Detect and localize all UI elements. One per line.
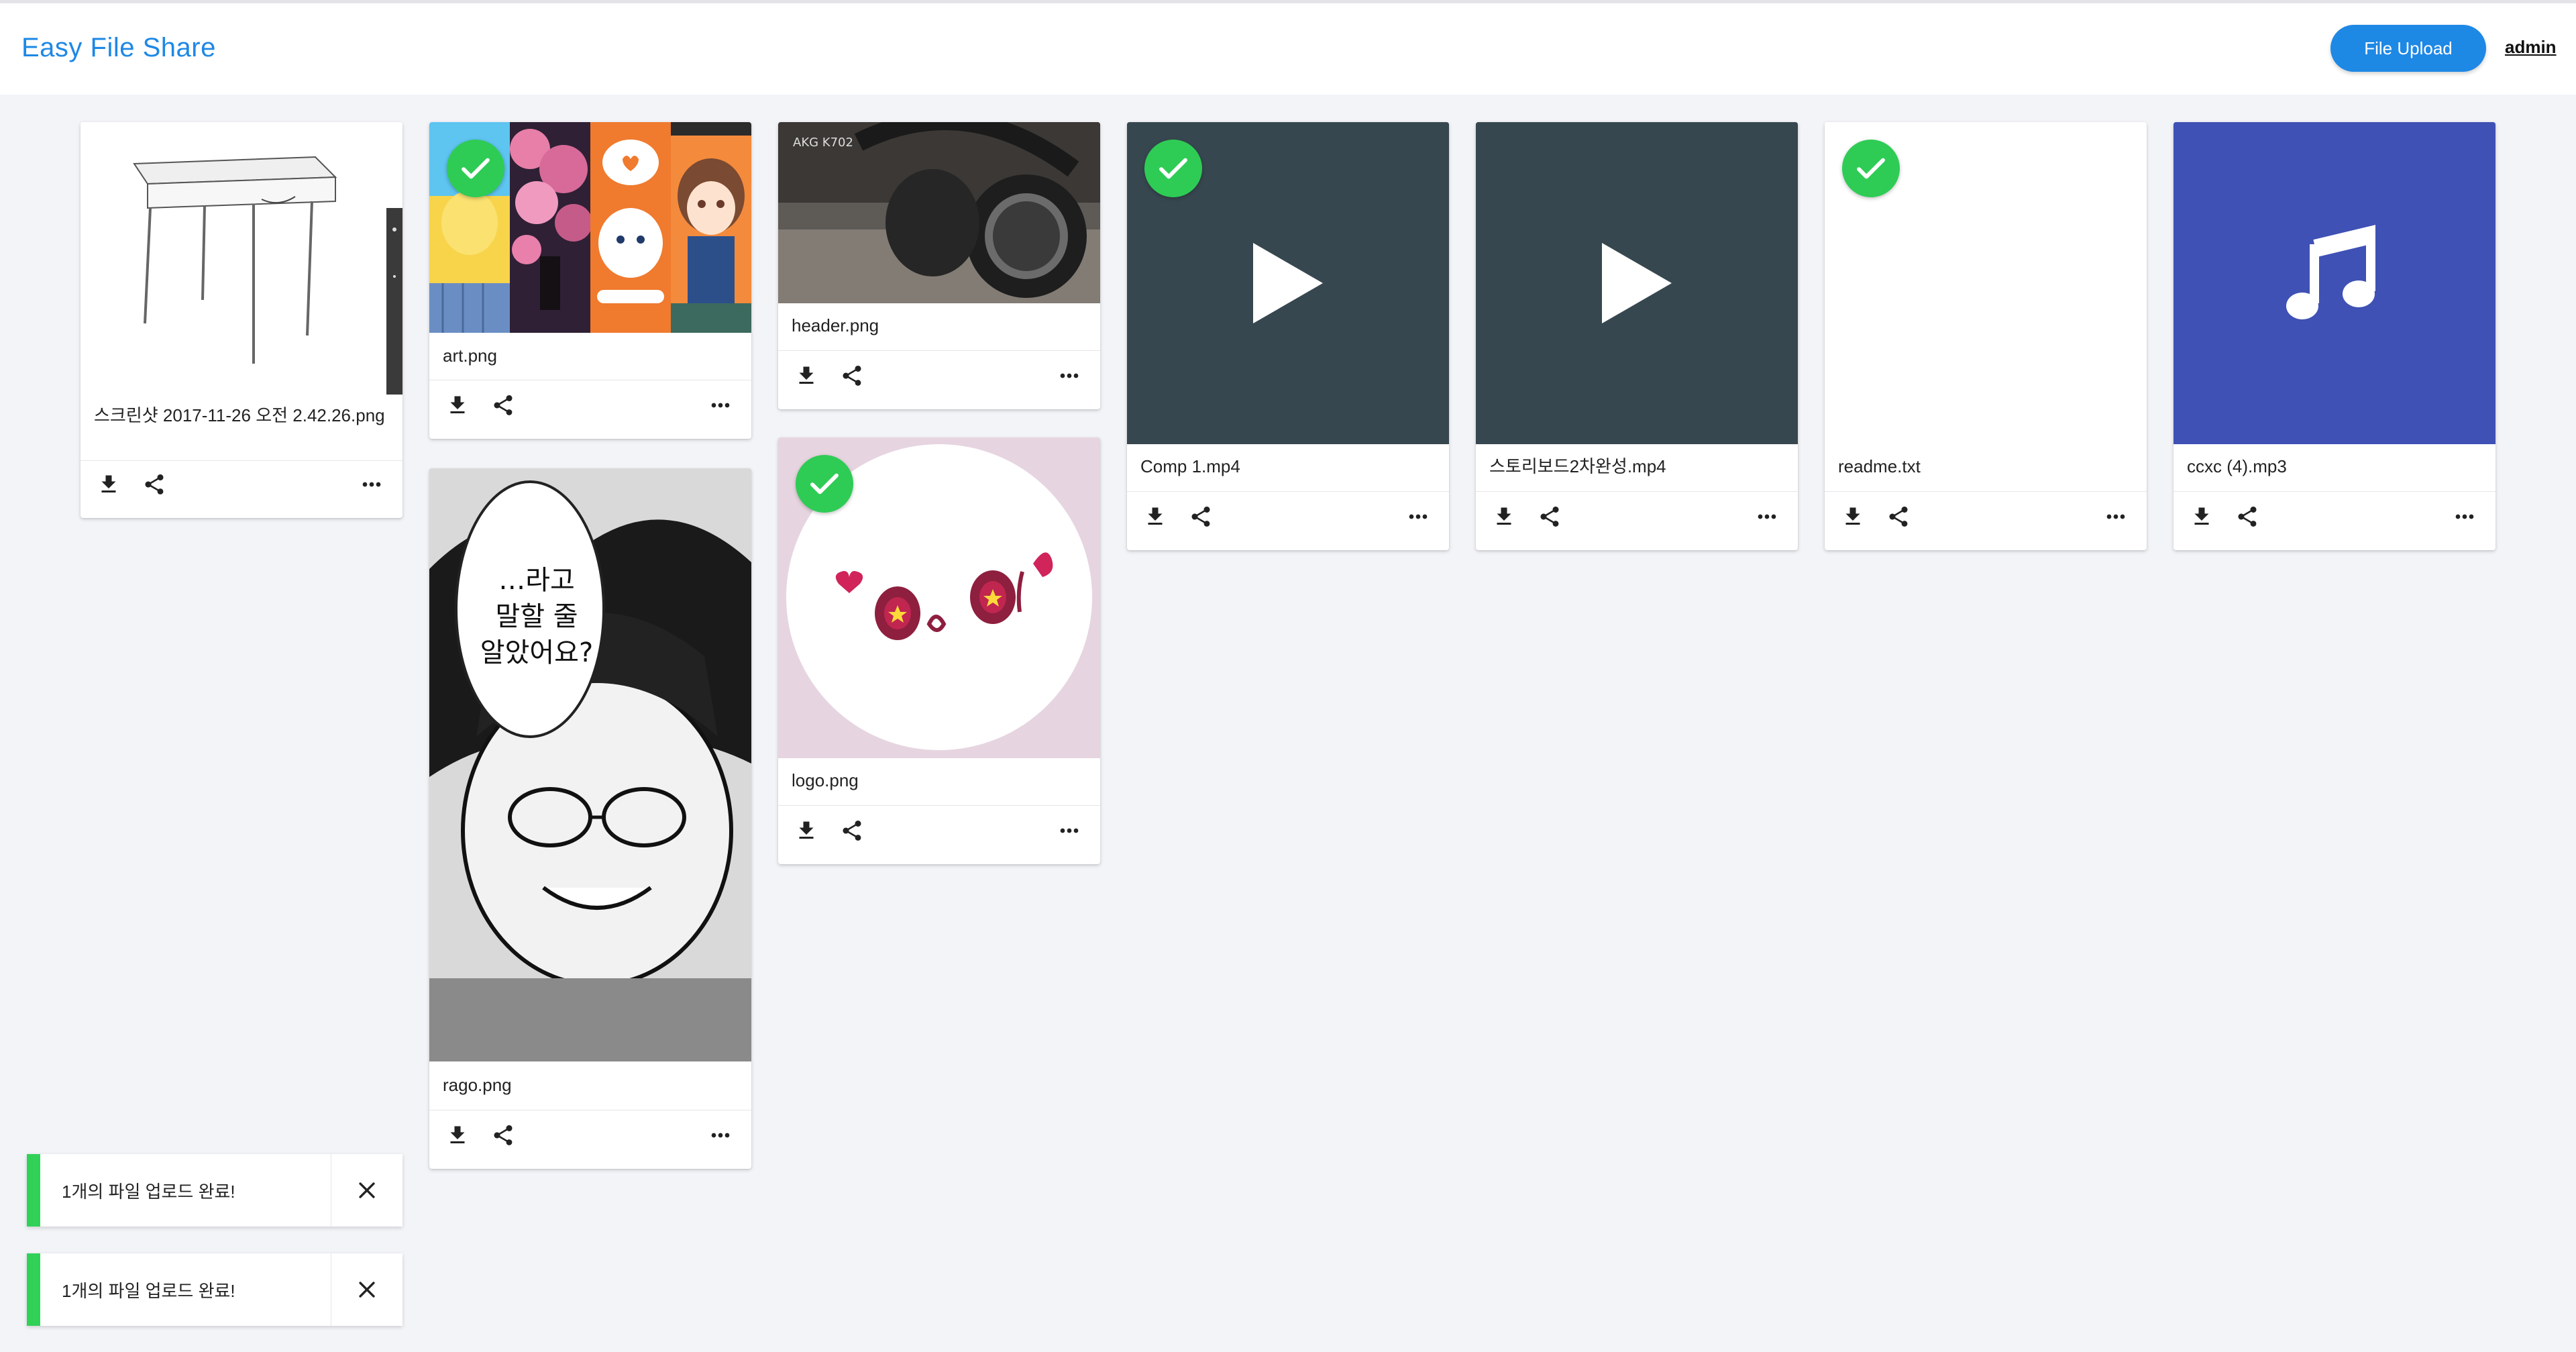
photo-caption: AKG K702 [793, 136, 853, 150]
close-icon[interactable] [331, 1253, 402, 1326]
download-icon[interactable] [1839, 503, 1866, 530]
file-name: ccxc (4).mp3 [2187, 456, 2287, 476]
video-play-icon [1476, 122, 1798, 444]
file-actions [2174, 497, 2496, 537]
file-actions [778, 811, 1100, 851]
divider [1825, 491, 2147, 492]
file-card[interactable]: …라고 말할 줄 알았어요? rago.png [429, 468, 751, 1169]
file-name: Comp 1.mp4 [1140, 456, 1240, 476]
uploaded-check-icon [796, 455, 853, 513]
file-card[interactable]: readme.txt [1825, 122, 2147, 550]
download-icon[interactable] [1142, 503, 1169, 530]
file-name: 스토리보드2차완성.mp4 [1489, 456, 1666, 476]
file-card[interactable]: 스토리보드2차완성.mp4 [1476, 122, 1798, 550]
divider [80, 460, 402, 461]
more-horiz-icon[interactable] [1056, 817, 1083, 844]
download-icon[interactable] [2188, 503, 2215, 530]
headphones-photo-image: AKG K702 [778, 122, 1100, 303]
speech-bubble-line-1: …라고 [498, 565, 575, 596]
file-card[interactable]: Comp 1.mp4 [1127, 122, 1449, 550]
file-thumbnail[interactable] [1825, 122, 2147, 444]
app-title[interactable]: Easy File Share [21, 33, 216, 63]
divider [1127, 491, 1449, 492]
file-card[interactable]: ccxc (4).mp3 [2174, 122, 2496, 550]
more-horiz-icon[interactable] [358, 471, 385, 498]
download-icon[interactable] [1491, 503, 1517, 530]
share-icon[interactable] [1187, 503, 1214, 530]
file-thumbnail[interactable] [429, 122, 751, 333]
download-icon[interactable] [793, 362, 820, 389]
more-horiz-icon[interactable] [2451, 503, 2478, 530]
share-icon[interactable] [839, 362, 865, 389]
file-thumbnail[interactable] [2174, 122, 2496, 444]
toast-message: 1개의 파일 업로드 완료! [62, 1181, 235, 1202]
file-thumbnail[interactable]: …라고 말할 줄 알았어요? [429, 468, 751, 1061]
file-thumbnail[interactable] [778, 437, 1100, 758]
share-icon[interactable] [490, 392, 517, 419]
more-horiz-icon[interactable] [1056, 362, 1083, 389]
more-horiz-icon[interactable] [1754, 503, 1780, 530]
file-thumbnail[interactable]: AKG K702 [778, 122, 1100, 303]
download-icon[interactable] [95, 471, 122, 498]
file-thumbnail[interactable] [1127, 122, 1449, 444]
manga-panel-image: …라고 말할 줄 알았어요? [429, 468, 751, 1061]
file-thumbnail[interactable] [80, 122, 402, 395]
divider [1476, 491, 1798, 492]
upload-toast: 1개의 파일 업로드 완료! [27, 1154, 402, 1227]
file-name: readme.txt [1838, 456, 1921, 476]
file-actions [80, 464, 402, 505]
file-actions [429, 1115, 751, 1155]
file-actions [1476, 497, 1798, 537]
file-upload-button[interactable]: File Upload [2330, 25, 2486, 72]
share-icon[interactable] [2234, 503, 2261, 530]
music-note-icon [2174, 122, 2496, 444]
divider [778, 350, 1100, 351]
more-horiz-icon[interactable] [2102, 503, 2129, 530]
app-header: Easy File Share File Upload admin [0, 3, 2576, 95]
uploaded-check-icon [1144, 140, 1202, 197]
more-horiz-icon[interactable] [1405, 503, 1432, 530]
file-name: 스크린샷 2017-11-26 오전 2.42.26.png [94, 405, 385, 425]
upload-toast: 1개의 파일 업로드 완료! [27, 1253, 402, 1326]
file-name: art.png [443, 346, 497, 366]
file-actions [429, 385, 751, 425]
more-horiz-icon[interactable] [707, 1122, 734, 1149]
file-name: logo.png [792, 770, 859, 790]
speech-bubble-line-3: 알았어요? [480, 637, 593, 668]
uploaded-check-icon [447, 140, 504, 197]
divider [2174, 491, 2496, 492]
speech-bubble-line-2: 말할 줄 [495, 601, 578, 632]
download-icon[interactable] [444, 1122, 471, 1149]
download-icon[interactable] [444, 392, 471, 419]
file-actions [778, 356, 1100, 396]
toast-message: 1개의 파일 업로드 완료! [62, 1280, 235, 1301]
download-icon[interactable] [793, 817, 820, 844]
file-name: header.png [792, 315, 879, 335]
close-icon[interactable] [331, 1154, 402, 1227]
file-thumbnail[interactable] [1476, 122, 1798, 444]
file-actions [1825, 497, 2147, 537]
file-card[interactable]: AKG K702 header.png [778, 122, 1100, 409]
share-icon[interactable] [141, 471, 168, 498]
share-icon[interactable] [839, 817, 865, 844]
file-actions [1127, 497, 1449, 537]
divider [778, 805, 1100, 806]
more-horiz-icon[interactable] [707, 392, 734, 419]
share-icon[interactable] [490, 1122, 517, 1149]
file-card[interactable]: 스크린샷 2017-11-26 오전 2.42.26.png [80, 122, 402, 518]
share-icon[interactable] [1536, 503, 1563, 530]
admin-user-link[interactable]: admin [2505, 37, 2557, 58]
desk-sketch-image [80, 122, 402, 395]
file-name: rago.png [443, 1075, 512, 1095]
file-card[interactable]: art.png [429, 122, 751, 439]
uploaded-check-icon [1842, 140, 1900, 197]
share-icon[interactable] [1885, 503, 1912, 530]
file-card[interactable]: logo.png [778, 437, 1100, 864]
